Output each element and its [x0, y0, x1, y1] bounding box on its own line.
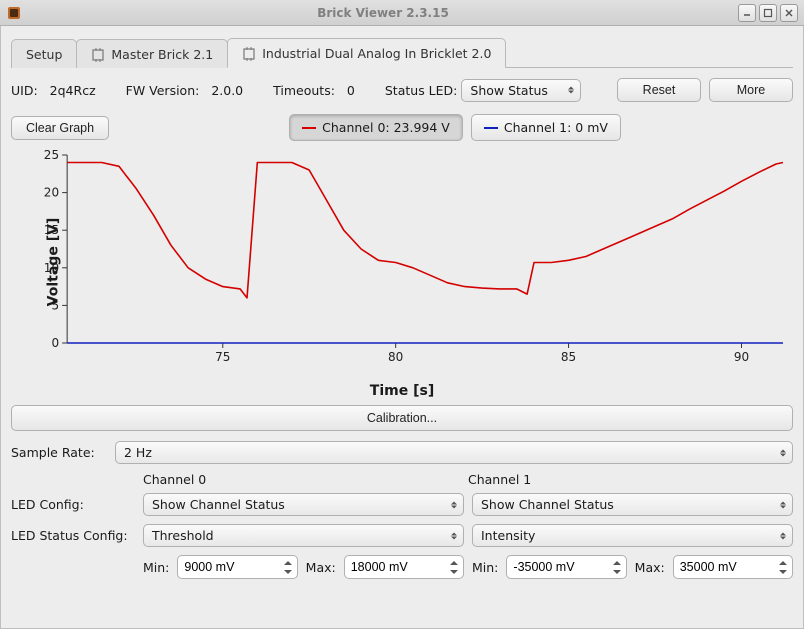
graph-toolbar: Clear Graph Channel 0: 23.994 V Channel …	[11, 114, 793, 141]
y-axis-label: Voltage [V]	[45, 218, 61, 307]
uid-label: UID:	[11, 83, 38, 98]
device-icon	[91, 48, 105, 62]
spinner-arrows-icon	[777, 558, 789, 576]
channel0-toggle[interactable]: Channel 0: 23.994 V	[289, 114, 463, 141]
dropdown-icon	[780, 449, 786, 456]
uid-value: 2q4Rcz	[50, 83, 96, 98]
select-value: Intensity	[481, 528, 535, 543]
channel0-max-input[interactable]	[351, 560, 445, 574]
tab-setup[interactable]: Setup	[11, 39, 77, 68]
channel0-max-spinbox[interactable]	[344, 555, 464, 579]
spinner-arrows-icon	[282, 558, 294, 576]
min-label: Min:	[143, 560, 169, 575]
fw-version-label: FW Version:	[126, 83, 200, 98]
app-body: Setup Master Brick 2.1 Industrial Dual A…	[0, 26, 804, 629]
legend-line-icon	[484, 127, 498, 129]
x-axis-label: Time [s]	[11, 383, 793, 399]
sample-rate-label: Sample Rate:	[11, 445, 107, 460]
more-button[interactable]: More	[709, 78, 793, 102]
svg-text:0: 0	[51, 336, 59, 350]
status-led-select[interactable]: Show Status	[461, 79, 581, 102]
led-config-channel1-select[interactable]: Show Channel Status	[472, 493, 793, 516]
dropdown-icon	[780, 501, 786, 508]
maximize-button[interactable]	[759, 4, 777, 22]
min-label: Min:	[472, 560, 498, 575]
tab-master-brick[interactable]: Master Brick 2.1	[76, 39, 228, 68]
channel1-min-spinbox[interactable]	[506, 555, 626, 579]
svg-text:90: 90	[734, 350, 749, 364]
channel1-header: Channel 1	[468, 472, 793, 487]
svg-text:25: 25	[44, 148, 59, 162]
channel1-max-input[interactable]	[680, 560, 774, 574]
clear-graph-button[interactable]: Clear Graph	[11, 116, 109, 140]
tab-bar: Setup Master Brick 2.1 Industrial Dual A…	[11, 34, 793, 68]
svg-text:20: 20	[44, 186, 59, 200]
close-button[interactable]	[780, 4, 798, 22]
svg-text:80: 80	[388, 350, 403, 364]
status-led-value: Show Status	[470, 83, 548, 98]
dropdown-icon	[451, 532, 457, 539]
dropdown-icon	[568, 87, 574, 94]
channel0-label: Channel 0: 23.994 V	[322, 120, 450, 135]
select-value: Threshold	[152, 528, 214, 543]
tab-label: Industrial Dual Analog In Bricklet 2.0	[262, 46, 491, 61]
fw-version-value: 2.0.0	[211, 83, 243, 98]
reset-button[interactable]: Reset	[617, 78, 701, 102]
titlebar: Brick Viewer 2.3.15	[0, 0, 804, 26]
channel0-min-spinbox[interactable]	[177, 555, 297, 579]
select-value: Show Channel Status	[152, 497, 285, 512]
minimize-button[interactable]	[738, 4, 756, 22]
tab-label: Master Brick 2.1	[111, 47, 213, 62]
channel0-header: Channel 0	[143, 472, 468, 487]
max-label: Max:	[635, 560, 665, 575]
legend-line-icon	[302, 127, 316, 129]
channel-headers: Channel 0 Channel 1	[11, 472, 793, 487]
app-icon	[6, 5, 22, 21]
spinner-arrows-icon	[611, 558, 623, 576]
tab-label: Setup	[26, 47, 62, 62]
led-status-config-channel0-select[interactable]: Threshold	[143, 524, 464, 547]
sample-rate-select[interactable]: 2 Hz	[115, 441, 793, 464]
timeouts-label: Timeouts:	[273, 83, 335, 98]
calibration-button[interactable]: Calibration...	[11, 405, 793, 431]
tab-industrial-dual-analog-in[interactable]: Industrial Dual Analog In Bricklet 2.0	[227, 38, 506, 68]
dropdown-icon	[780, 532, 786, 539]
svg-text:75: 75	[215, 350, 230, 364]
sample-rate-value: 2 Hz	[124, 445, 152, 460]
svg-text:85: 85	[561, 350, 576, 364]
channel1-label: Channel 1: 0 mV	[504, 120, 608, 135]
select-value: Show Channel Status	[481, 497, 614, 512]
timeouts-value: 0	[347, 83, 355, 98]
voltage-time-plot: Voltage [V] 051015202575808590	[11, 147, 793, 377]
led-config-label: LED Config:	[11, 497, 135, 512]
channel1-min-input[interactable]	[513, 560, 607, 574]
info-bar: UID: 2q4Rcz FW Version: 2.0.0 Timeouts: …	[11, 78, 793, 102]
led-status-config-label: LED Status Config:	[11, 528, 135, 543]
device-icon	[242, 47, 256, 61]
status-led-label: Status LED:	[385, 83, 458, 98]
channel1-max-spinbox[interactable]	[673, 555, 793, 579]
spinner-arrows-icon	[448, 558, 460, 576]
dropdown-icon	[451, 501, 457, 508]
led-status-config-channel1-select[interactable]: Intensity	[472, 524, 793, 547]
channel1-toggle[interactable]: Channel 1: 0 mV	[471, 114, 621, 141]
led-config-channel0-select[interactable]: Show Channel Status	[143, 493, 464, 516]
window-title: Brick Viewer 2.3.15	[28, 6, 738, 20]
max-label: Max:	[306, 560, 336, 575]
channel0-min-input[interactable]	[184, 560, 278, 574]
